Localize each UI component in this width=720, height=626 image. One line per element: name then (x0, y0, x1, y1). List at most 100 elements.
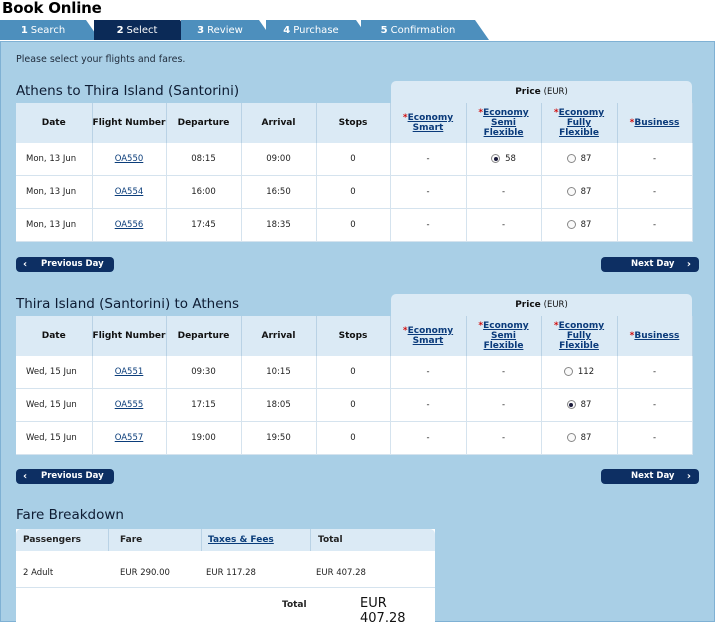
chevron-left-icon: ‹ (23, 471, 28, 482)
flight-number-link[interactable]: OA551 (115, 367, 144, 377)
fare-economy-semi-flexible: - (466, 421, 542, 455)
fare-breakdown-header: Passengers Fare Taxes & Fees Total (16, 529, 435, 551)
flight-number-link[interactable]: OA557 (115, 433, 144, 443)
flight-number-link[interactable]: OA556 (115, 220, 144, 230)
fare-radio[interactable] (566, 220, 576, 229)
arrival-time: 19:50 (241, 421, 317, 455)
stops-count: 0 (316, 208, 391, 242)
fare-radio[interactable] (566, 433, 576, 442)
fare-radio[interactable] (566, 154, 576, 163)
col-business: *Business (617, 103, 693, 143)
fare-economy-fully-flexible: 87 (541, 175, 618, 209)
fare-economy-semi-flexible: - (466, 175, 542, 209)
inbound-next-day-button[interactable]: Next Day › (601, 469, 699, 484)
fare-economy-fully-flexible: 87 (541, 208, 618, 242)
inbound-route-title: Thira Island (Santorini) to Athens (16, 296, 240, 312)
fare-radio[interactable] (566, 187, 576, 196)
tab-search[interactable]: 1 Search (0, 20, 100, 40)
outbound-previous-day-button[interactable]: ‹ Previous Day (16, 257, 114, 272)
fare-business: - (617, 388, 693, 422)
col-arrival: Arrival (241, 103, 317, 143)
fare-economy-semi-flexible: - (466, 356, 542, 389)
tab-confirmation[interactable]: 5 Confirmation (361, 20, 489, 40)
flight-date: Mon, 13 Jun (16, 143, 93, 176)
arrival-time: 10:15 (241, 356, 317, 389)
fare-economy-fully-flexible: 87 (541, 421, 618, 455)
table-row: Wed, 15 Jun OA555 17:15 18:05 0 - - 87 - (16, 388, 693, 422)
col-stops: Stops (316, 316, 391, 356)
fare-link-business[interactable]: Business (634, 118, 679, 128)
button-label: Previous Day (41, 259, 104, 269)
col-economy-fully-flexible: *Economy Fully Flexible (541, 103, 618, 143)
tab-select[interactable]: 2 Select (94, 20, 194, 40)
fare-business: - (617, 208, 693, 242)
col-arrival: Arrival (241, 316, 317, 356)
fare-economy-smart: - (390, 388, 467, 422)
arrival-time: 18:05 (241, 388, 317, 422)
step-tabs: 1 Search 2 Select 3 Review 4 Purchase 5 Confi… (0, 20, 720, 42)
price-label: Price (515, 300, 541, 310)
taxes-fees-link[interactable]: Taxes & Fees (208, 535, 274, 545)
table-row: Wed, 15 Jun OA557 19:00 19:50 0 - - 87 - (16, 421, 693, 455)
fare-link-economy-semi-flexible[interactable]: Economy Semi Flexible (483, 108, 529, 138)
tab-label: Select (126, 25, 158, 36)
chevron-right-icon: › (686, 471, 691, 482)
col-economy-semi-flexible: *Economy Semi Flexible (466, 103, 542, 143)
flight-number-link[interactable]: OA554 (115, 187, 144, 197)
departure-time: 08:15 (166, 143, 242, 176)
col-economy-fully-flexible: *Economy Fully Flexible (541, 316, 618, 356)
col-departure: Departure (166, 316, 242, 356)
col-economy-semi-flexible: *Economy Semi Flexible (466, 316, 542, 356)
fare-economy-semi-flexible: - (466, 388, 542, 422)
chevron-right-icon: › (686, 259, 691, 270)
fare-radio[interactable] (563, 367, 573, 376)
col-economy-smart: *Economy Smart (390, 103, 467, 143)
col-economy-smart: *Economy Smart (390, 316, 467, 356)
fare-link-economy-fully-flexible[interactable]: Economy Fully Flexible (559, 321, 605, 351)
grand-total-label: Total (282, 600, 307, 610)
passenger-count: 2 Adult (23, 568, 54, 578)
table-row: Wed, 15 Jun OA551 09:30 10:15 0 - - 112 … (16, 356, 693, 389)
tab-purchase[interactable]: 4 Purchase (266, 20, 370, 40)
fare-link-economy-smart[interactable]: Economy Smart (408, 113, 454, 133)
fare-radio[interactable] (491, 154, 501, 163)
inbound-previous-day-button[interactable]: ‹ Previous Day (16, 469, 114, 484)
stops-count: 0 (316, 421, 391, 455)
flight-date: Mon, 13 Jun (16, 175, 93, 209)
fare-breakdown-table: Passengers Fare Taxes & Fees Total 2 Adu… (16, 529, 435, 626)
fare-business: - (617, 143, 693, 176)
fare-business: - (617, 356, 693, 389)
flight-date: Wed, 15 Jun (16, 356, 93, 389)
tab-review[interactable]: 3 Review (181, 20, 273, 40)
flight-date: Wed, 15 Jun (16, 388, 93, 422)
fare-business: - (617, 421, 693, 455)
tab-number: 4 (283, 25, 291, 36)
outbound-flights-table: Date Flight Number Departure Arrival Sto… (16, 103, 693, 242)
fare-price: 112 (577, 367, 595, 377)
fare-link-business[interactable]: Business (634, 331, 679, 341)
price-label: Price (515, 87, 541, 97)
fare-breakdown-title: Fare Breakdown (16, 507, 124, 523)
chevron-left-icon: ‹ (23, 259, 28, 270)
tab-label: Purchase (293, 25, 339, 36)
fare-link-economy-fully-flexible[interactable]: Economy Fully Flexible (559, 108, 605, 138)
flight-number-link[interactable]: OA555 (115, 400, 144, 410)
stops-count: 0 (316, 388, 391, 422)
fare-economy-smart: - (390, 143, 467, 176)
fare-link-economy-smart[interactable]: Economy Smart (408, 326, 454, 346)
outbound-next-day-button[interactable]: Next Day › (601, 257, 699, 272)
tab-label: Review (207, 25, 243, 36)
flight-number-link[interactable]: OA550 (115, 154, 144, 164)
fare-link-economy-semi-flexible[interactable]: Economy Semi Flexible (483, 321, 529, 351)
fare-economy-fully-flexible: 112 (541, 356, 618, 389)
arrival-time: 09:00 (241, 143, 317, 176)
page-title: Book Online (2, 0, 102, 17)
fare-price: 87 (580, 433, 592, 443)
fare-economy-fully-flexible: 87 (541, 143, 618, 176)
fare-economy-smart: - (390, 356, 467, 389)
table-row: Mon, 13 Jun OA554 16:00 16:50 0 - - 87 - (16, 175, 693, 209)
fare-radio[interactable] (566, 400, 576, 409)
departure-time: 17:15 (166, 388, 242, 422)
price-header: Price (EUR) (391, 81, 692, 103)
arrival-time: 16:50 (241, 175, 317, 209)
